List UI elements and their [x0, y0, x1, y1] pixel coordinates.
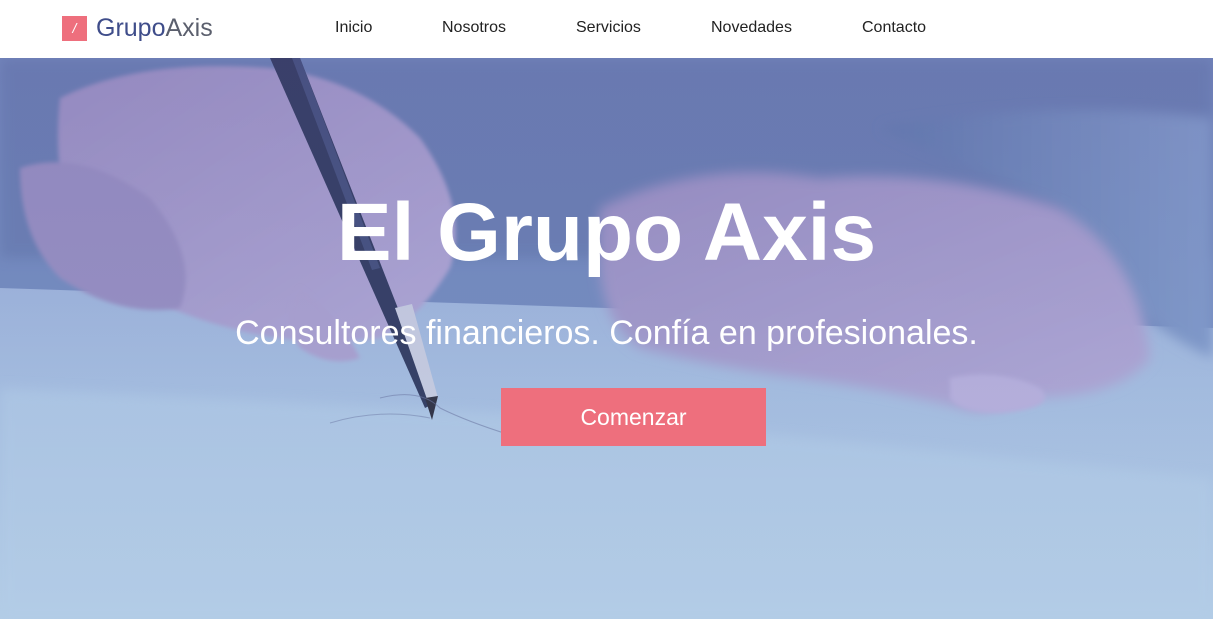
- nav-link-servicios[interactable]: Servicios: [576, 18, 641, 38]
- hero-section: El Grupo Axis Consultores financieros. C…: [0, 58, 1213, 619]
- nav-link-inicio[interactable]: Inicio: [335, 18, 372, 38]
- brand-name-part1: Grupo: [96, 14, 166, 42]
- hero-title: El Grupo Axis: [336, 187, 877, 278]
- brand-name: GrupoAxis: [96, 14, 213, 42]
- start-button[interactable]: Comenzar: [501, 388, 766, 446]
- brand-logo[interactable]: / GrupoAxis: [62, 14, 213, 42]
- top-navbar: / GrupoAxis Inicio Nosotros Servicios No…: [0, 0, 1213, 58]
- nav-link-contacto[interactable]: Contacto: [862, 18, 926, 38]
- brand-name-part2: Axis: [165, 14, 213, 42]
- nav-link-nosotros[interactable]: Nosotros: [442, 18, 506, 38]
- nav-link-novedades[interactable]: Novedades: [711, 18, 792, 38]
- hero-subtitle: Consultores financieros. Confía en profe…: [235, 314, 978, 352]
- logo-mark-icon: /: [62, 15, 87, 41]
